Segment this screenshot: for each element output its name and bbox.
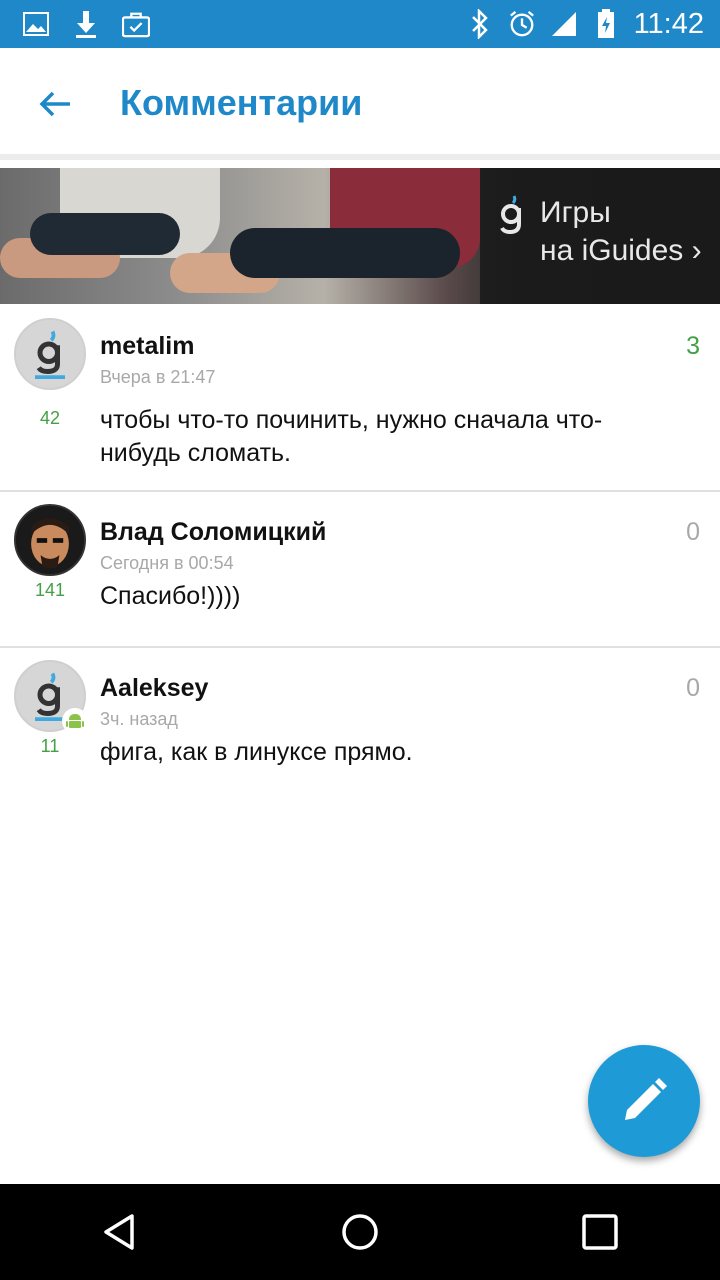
nav-back-button[interactable] <box>90 1202 150 1262</box>
avatar[interactable] <box>14 504 86 576</box>
system-nav-bar <box>0 1184 720 1280</box>
briefcase-check-icon <box>122 10 150 38</box>
iguides-logo-icon <box>500 195 521 234</box>
comment-author[interactable]: metalim <box>100 332 194 361</box>
banner-photo-controller-2 <box>230 228 460 278</box>
status-time: 11:42 <box>633 7 704 40</box>
status-bar: 11:42 <box>0 0 720 48</box>
comment-time: Вчера в 21:47 <box>100 367 216 387</box>
back-triangle-icon <box>104 1214 134 1250</box>
comment-author[interactable]: Влад Соломицкий <box>100 518 326 547</box>
battery-icon <box>592 9 620 38</box>
comments-list: 42 metalim 3 Вчера в 21:47 чтобы что-то … <box>0 306 720 798</box>
page-title: Комментарии <box>120 82 363 123</box>
write-comment-button[interactable] <box>588 1045 700 1157</box>
nav-home-button[interactable] <box>330 1202 390 1262</box>
app-bar: Комментарии <box>0 48 720 160</box>
image-icon <box>22 10 50 38</box>
banner-line1: Игры <box>540 196 611 229</box>
user-score: 42 <box>39 408 61 428</box>
home-circle-icon <box>342 1214 378 1250</box>
comment-text: Спасибо!)))) <box>100 582 241 610</box>
banner-line2: на iGuides › <box>540 234 702 267</box>
comment-rating[interactable]: 0 <box>686 674 700 703</box>
signal-icon <box>550 10 578 38</box>
alarm-icon <box>508 10 536 38</box>
comment-item[interactable]: 42 metalim 3 Вчера в 21:47 чтобы что-то … <box>0 306 720 492</box>
comment-rating[interactable]: 3 <box>686 332 700 361</box>
avatar[interactable] <box>14 318 86 390</box>
comment-item[interactable]: 11 Aaleksey 0 3ч. назад фига, как в лину… <box>0 648 720 798</box>
banner-photo-controller <box>30 213 180 255</box>
games-banner[interactable]: Игры на iGuides › <box>0 168 720 304</box>
pencil-icon <box>625 1078 667 1120</box>
user-photo-icon <box>16 506 84 574</box>
user-score: 11 <box>40 736 60 756</box>
comment-time: 3ч. назад <box>100 709 178 729</box>
banner-text: Игры на iGuides › <box>540 194 702 270</box>
comment-author[interactable]: Aaleksey <box>100 674 208 703</box>
download-icon <box>72 10 100 38</box>
back-button[interactable] <box>30 84 80 124</box>
bluetooth-icon <box>466 9 494 39</box>
iguides-logo-icon <box>35 330 65 379</box>
nav-recents-button[interactable] <box>570 1202 630 1262</box>
user-score: 141 <box>34 580 66 600</box>
iguides-logo-icon <box>35 672 65 721</box>
comment-time: Сегодня в 00:54 <box>100 553 234 573</box>
recents-square-icon <box>582 1214 618 1250</box>
comment-rating[interactable]: 0 <box>686 518 700 547</box>
android-icon <box>62 708 88 734</box>
comment-text: чтобы что-то починить, нужно сначала что… <box>100 406 603 467</box>
comment-text: фига, как в линуксе прямо. <box>100 738 413 766</box>
comment-item[interactable]: 141 Влад Соломицкий 0 Сегодня в 00:54 Сп… <box>0 492 720 648</box>
arrow-back-icon <box>39 91 70 117</box>
